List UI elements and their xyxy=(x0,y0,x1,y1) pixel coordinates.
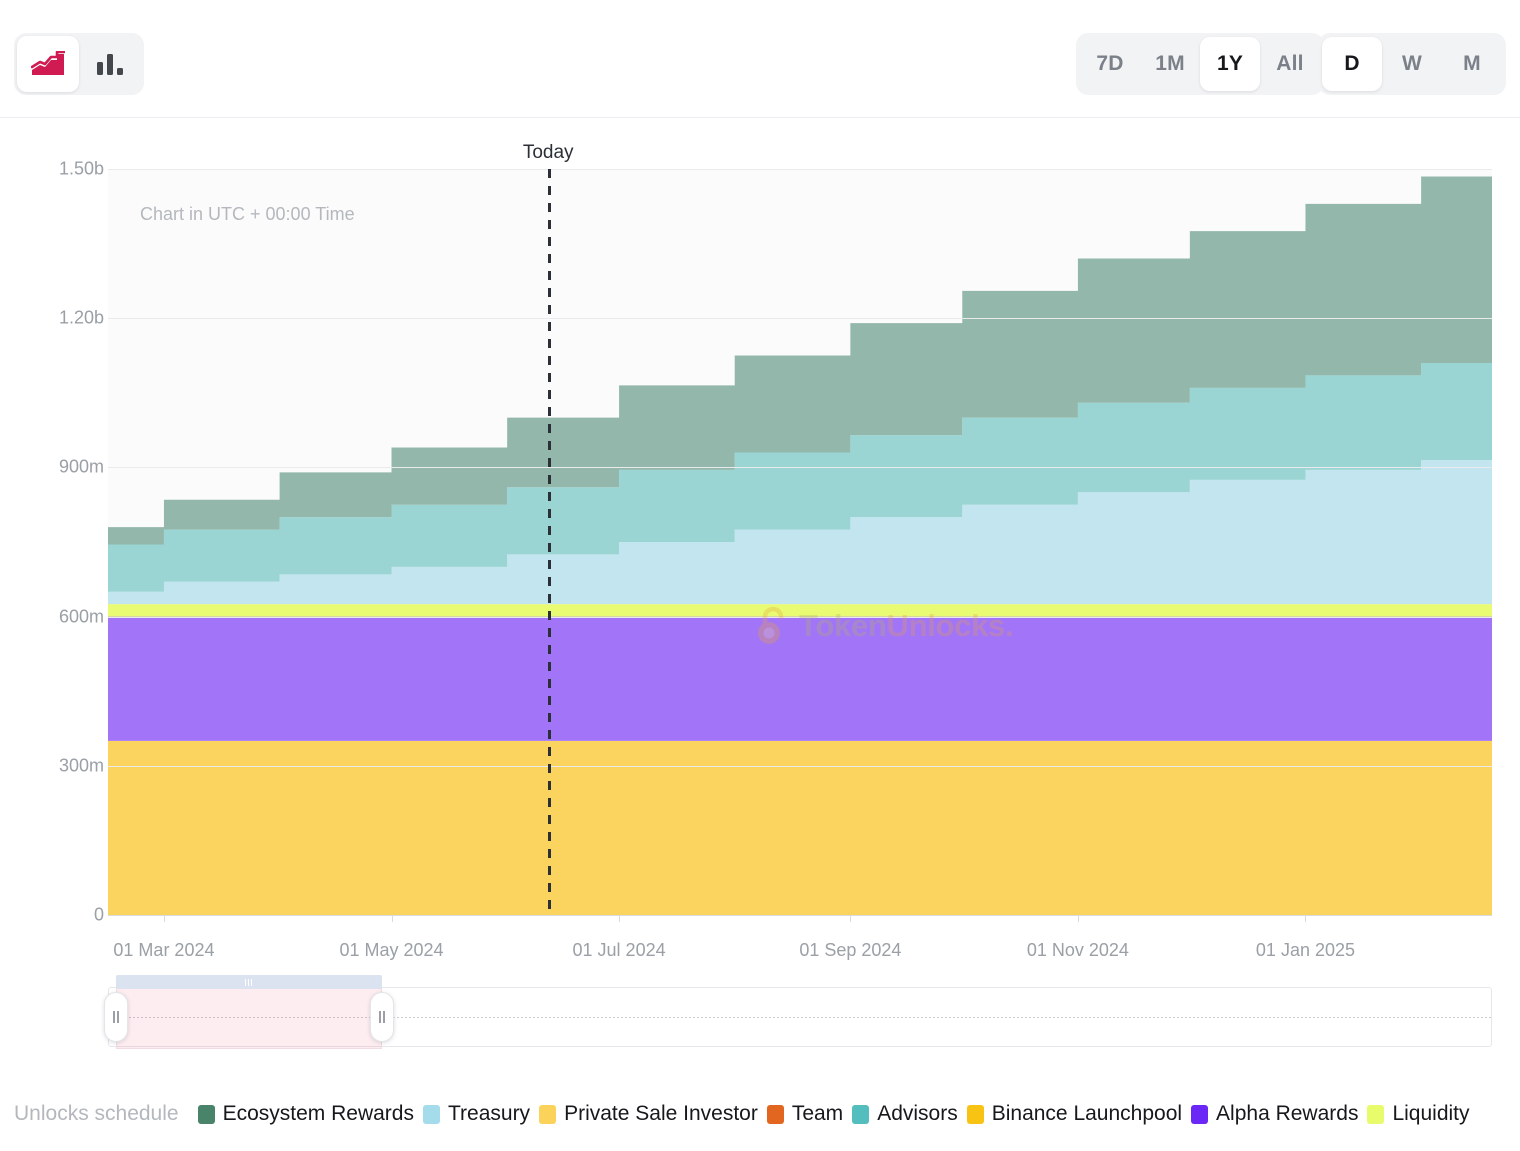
x-axis-tick-label: 01 Jul 2024 xyxy=(573,940,666,961)
grid-line xyxy=(108,766,1492,767)
granularity-button-d[interactable]: D xyxy=(1322,37,1382,91)
time-range-group[interactable]: 7D 1M 1Y All xyxy=(1076,33,1324,95)
x-axis-tick-label: 01 Nov 2024 xyxy=(1027,940,1129,961)
unlocks-chart: Today TokenUnlocks. Chart in UTC + 00:00… xyxy=(0,118,1520,1151)
drag-grip-icon xyxy=(245,979,252,986)
legend-item-label: Advisors xyxy=(877,1102,958,1126)
x-axis-tick-label: 01 Mar 2024 xyxy=(113,940,214,961)
range-slider-handle-right[interactable] xyxy=(370,992,394,1042)
handle-grip-icon xyxy=(113,1011,119,1023)
legend-item[interactable]: Binance Launchpool xyxy=(967,1102,1182,1126)
legend-color-swatch xyxy=(767,1105,784,1124)
x-axis-tick xyxy=(850,915,851,922)
range-button-1y[interactable]: 1Y xyxy=(1200,37,1260,91)
legend-item[interactable]: Liquidity xyxy=(1367,1102,1469,1126)
legend-color-swatch xyxy=(198,1105,215,1124)
legend-color-swatch xyxy=(852,1105,869,1124)
x-axis-tick xyxy=(392,915,393,922)
legend-item[interactable]: Ecosystem Rewards xyxy=(198,1102,414,1126)
legend-item-label: Treasury xyxy=(448,1102,530,1126)
granularity-button-w[interactable]: W xyxy=(1382,37,1442,91)
area-band-alpha-rewards xyxy=(108,617,1492,741)
y-axis-tick-label: 1.20b xyxy=(4,308,104,329)
handle-grip-icon xyxy=(379,1011,385,1023)
bar-chart-type-button[interactable] xyxy=(79,36,141,92)
x-axis-tick xyxy=(1078,915,1079,922)
plot-area[interactable]: TokenUnlocks. xyxy=(108,169,1492,915)
grid-line xyxy=(108,467,1492,468)
range-button-all[interactable]: All xyxy=(1260,37,1320,91)
x-axis-tick-label: 01 Sep 2024 xyxy=(799,940,901,961)
legend-item-label: Private Sale Investor xyxy=(564,1102,758,1126)
chart-type-toggle-group[interactable] xyxy=(14,33,144,95)
legend-item-list: Ecosystem Rewards Treasury Private Sale In… xyxy=(198,1102,1479,1126)
y-axis-tick-label: 0 xyxy=(4,905,104,926)
legend-item-label: Team xyxy=(792,1102,843,1126)
y-axis-tick-label: 300m xyxy=(4,755,104,776)
legend-item-label: Liquidity xyxy=(1392,1102,1469,1126)
range-slider-handle-left[interactable] xyxy=(104,992,128,1042)
legend-color-swatch xyxy=(423,1105,440,1124)
x-axis-tick-label: 01 May 2024 xyxy=(339,940,443,961)
utc-note: Chart in UTC + 00:00 Time xyxy=(140,204,355,225)
legend-item-label: Ecosystem Rewards xyxy=(223,1102,414,1126)
grid-line xyxy=(108,169,1492,170)
grid-line xyxy=(108,617,1492,618)
legend-color-swatch xyxy=(539,1105,556,1124)
x-axis-tick xyxy=(619,915,620,922)
area-chart-type-button[interactable] xyxy=(17,36,79,92)
range-slider[interactable] xyxy=(108,987,1492,1047)
area-band-liquidity xyxy=(108,604,1492,616)
y-axis-tick-label: 600m xyxy=(4,606,104,627)
stacked-area-series xyxy=(108,169,1492,915)
legend-color-swatch xyxy=(967,1105,984,1124)
today-marker-label: Today xyxy=(523,142,574,164)
x-axis-tick-label: 01 Jan 2025 xyxy=(1256,940,1355,961)
area-chart-icon xyxy=(31,51,65,77)
granularity-group[interactable]: D W M xyxy=(1318,33,1506,95)
legend-item[interactable]: Treasury xyxy=(423,1102,530,1126)
legend-item[interactable]: Team xyxy=(767,1102,843,1126)
x-axis-tick xyxy=(1305,915,1306,922)
x-axis-tick xyxy=(164,915,165,922)
y-axis-tick-label: 1.50b xyxy=(4,159,104,180)
legend-title: Unlocks schedule xyxy=(14,1102,179,1126)
range-slider-drag-bar[interactable] xyxy=(116,975,382,989)
range-button-1m[interactable]: 1M xyxy=(1140,37,1200,91)
grid-line xyxy=(108,318,1492,319)
legend-color-swatch xyxy=(1367,1105,1384,1124)
legend-item[interactable]: Alpha Rewards xyxy=(1191,1102,1358,1126)
x-axis-line xyxy=(108,915,1492,916)
legend-item[interactable]: Advisors xyxy=(852,1102,958,1126)
y-axis-tick-label: 900m xyxy=(4,457,104,478)
granularity-button-m[interactable]: M xyxy=(1442,37,1502,91)
legend-item[interactable]: Private Sale Investor xyxy=(539,1102,758,1126)
legend-item-label: Alpha Rewards xyxy=(1216,1102,1358,1126)
range-slider-selection[interactable] xyxy=(116,987,382,1049)
legend-color-swatch xyxy=(1191,1105,1208,1124)
top-toolbar: 7D 1M 1Y All D W M xyxy=(0,0,1520,118)
legend-item-label: Binance Launchpool xyxy=(992,1102,1182,1126)
bar-chart-icon xyxy=(95,51,125,77)
today-marker-line xyxy=(548,169,551,915)
range-button-7d[interactable]: 7D xyxy=(1080,37,1140,91)
area-band-binance-launchpool xyxy=(108,741,1492,915)
legend: Unlocks schedule Ecosystem Rewards Treasu… xyxy=(0,1091,1520,1137)
